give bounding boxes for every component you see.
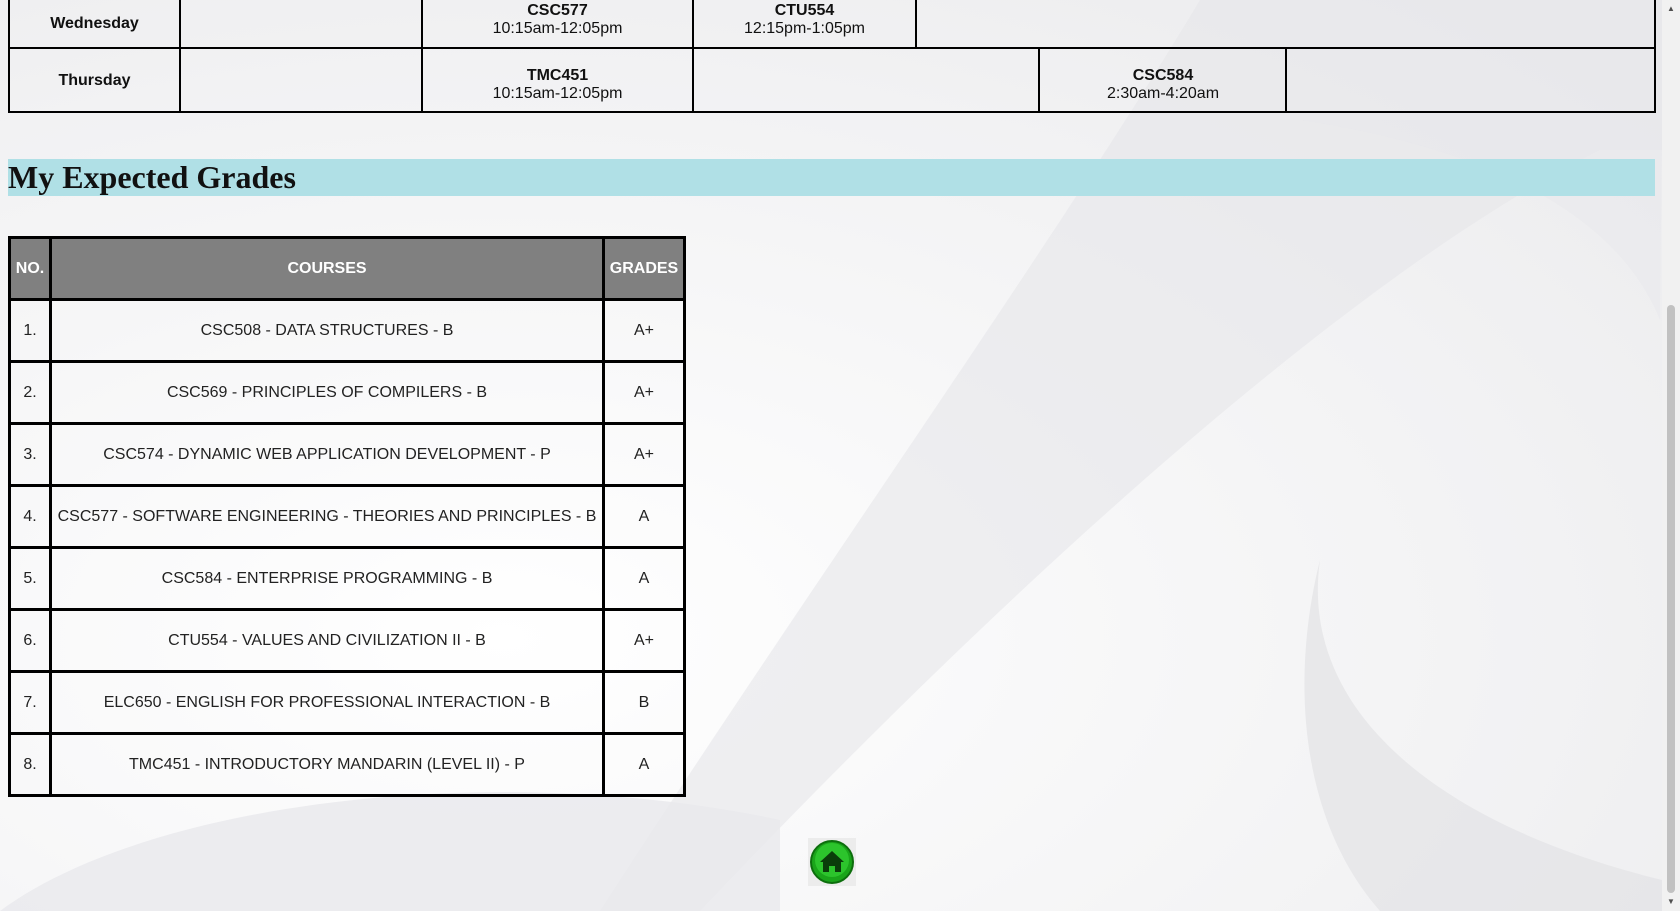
- course-code: CSC584: [1132, 67, 1194, 84]
- course-code: CTU554: [774, 2, 835, 19]
- course-slot: TMC451 10:15am-12:05pm: [422, 67, 693, 103]
- timetable-cell: [914, 0, 1657, 49]
- table-row: 5. CSC584 - ENTERPRISE PROGRAMMING - B A: [8, 546, 686, 611]
- course-slot: CSC577 10:15am-12:05pm: [422, 2, 693, 38]
- grade-value: B: [602, 670, 686, 735]
- row-number: 4.: [8, 484, 52, 549]
- home-button[interactable]: [808, 838, 856, 886]
- timetable-cell: [692, 47, 1040, 113]
- grades-table: NO. COURSES GRADES 1. CSC508 - DATA STRU…: [8, 236, 686, 797]
- scroll-up-arrow-icon[interactable]: ▲: [1662, 2, 1680, 16]
- table-row: 2. CSC569 - PRINCIPLES OF COMPILERS - B …: [8, 360, 686, 425]
- table-row: 4. CSC577 - SOFTWARE ENGINEERING - THEOR…: [8, 484, 686, 549]
- row-number: 8.: [8, 732, 52, 797]
- column-header-grades: GRADES: [602, 236, 686, 301]
- course-name: CSC577 - SOFTWARE ENGINEERING - THEORIES…: [49, 484, 605, 549]
- column-header-courses: COURSES: [49, 236, 605, 301]
- grades-header-row: NO. COURSES GRADES: [8, 236, 686, 301]
- scrollbar-thumb[interactable]: [1667, 305, 1675, 893]
- course-time: 12:15pm-1:05pm: [744, 20, 865, 37]
- course-name: CSC574 - DYNAMIC WEB APPLICATION DEVELOP…: [49, 422, 605, 487]
- scroll-down-arrow-icon[interactable]: ▼: [1662, 895, 1680, 909]
- course-name: CSC569 - PRINCIPLES OF COMPILERS - B: [49, 360, 605, 425]
- table-row: 7. ELC650 - ENGLISH FOR PROFESSIONAL INT…: [8, 670, 686, 735]
- day-label: Wednesday: [8, 0, 181, 49]
- grade-value: A+: [602, 422, 686, 487]
- row-number: 5.: [8, 546, 52, 611]
- timetable-cell: [1284, 47, 1657, 113]
- grade-value: A: [602, 546, 686, 611]
- course-code: CSC577: [527, 2, 588, 19]
- grade-value: A+: [602, 360, 686, 425]
- table-row: 6. CTU554 - VALUES AND CIVILIZATION II -…: [8, 608, 686, 673]
- course-time: 2:30am-4:20am: [1106, 85, 1220, 102]
- timetable-row-thursday: Thursday: [8, 47, 1657, 113]
- page: Wednesday Thursday CSC577 10:15am-12:05p…: [0, 0, 1662, 911]
- course-name: CSC508 - DATA STRUCTURES - B: [49, 298, 605, 363]
- course-name: ELC650 - ENGLISH FOR PROFESSIONAL INTERA…: [49, 670, 605, 735]
- row-number: 7.: [8, 670, 52, 735]
- table-row: 1. CSC508 - DATA STRUCTURES - B A+: [8, 298, 686, 363]
- row-number: 1.: [8, 298, 52, 363]
- course-name: CTU554 - VALUES AND CIVILIZATION II - B: [49, 608, 605, 673]
- table-row: 3. CSC574 - DYNAMIC WEB APPLICATION DEVE…: [8, 422, 686, 487]
- section-heading-expected-grades: My Expected Grades: [8, 159, 1655, 196]
- grade-value: A+: [602, 608, 686, 673]
- course-code: TMC451: [526, 67, 589, 84]
- course-slot: CSC584 2:30am-4:20am: [1040, 67, 1286, 103]
- home-icon: [808, 838, 856, 886]
- vertical-scrollbar[interactable]: ▲ ▼: [1662, 0, 1680, 911]
- course-slot: CTU554 12:15pm-1:05pm: [693, 2, 916, 38]
- course-name: CSC584 - ENTERPRISE PROGRAMMING - B: [49, 546, 605, 611]
- timetable-cell: [179, 47, 423, 113]
- day-label: Thursday: [8, 47, 181, 113]
- row-number: 3.: [8, 422, 52, 487]
- course-time: 10:15am-12:05pm: [492, 20, 623, 37]
- column-header-no: NO.: [8, 236, 52, 301]
- row-number: 6.: [8, 608, 52, 673]
- course-name: TMC451 - INTRODUCTORY MANDARIN (LEVEL II…: [49, 732, 605, 797]
- course-time: 10:15am-12:05pm: [492, 85, 623, 102]
- grade-value: A: [602, 732, 686, 797]
- row-number: 2.: [8, 360, 52, 425]
- grade-value: A+: [602, 298, 686, 363]
- table-row: 8. TMC451 - INTRODUCTORY MANDARIN (LEVEL…: [8, 732, 686, 797]
- timetable-cell: [179, 0, 423, 49]
- grade-value: A: [602, 484, 686, 549]
